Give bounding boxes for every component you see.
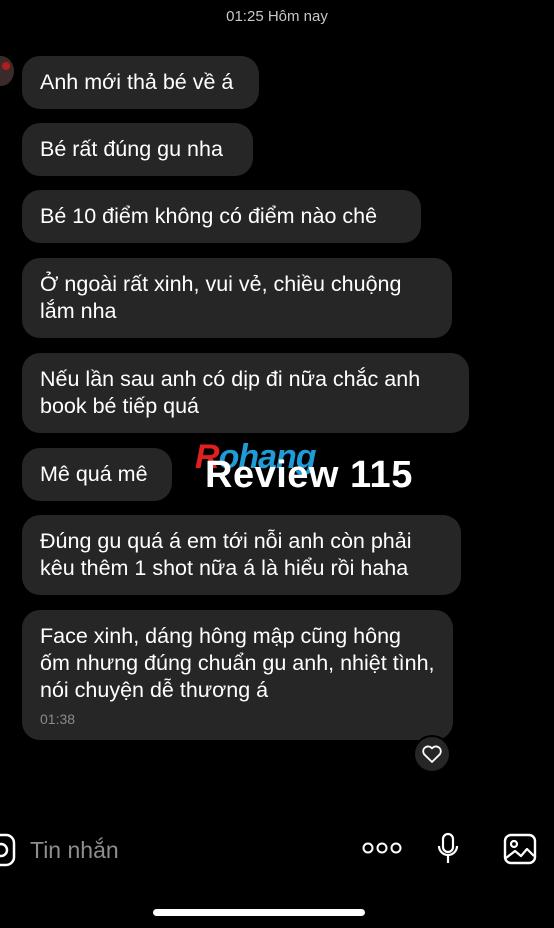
message-text: Bé 10 điểm không có điểm nào chê (40, 204, 378, 228)
heart-icon-svg (422, 745, 442, 763)
message-text: Bé rất đúng gu nha (40, 137, 223, 161)
message-bubble[interactable]: Đúng gu quá á em tới nỗi anh còn phải kê… (22, 515, 461, 595)
message-time: 01:38 (40, 711, 76, 727)
message-text: Anh mới thả bé về á (40, 70, 234, 94)
camera-icon[interactable] (0, 833, 16, 872)
watermark: Rohang Review 115 (195, 438, 435, 498)
heart-icon[interactable] (413, 735, 451, 773)
gallery-icon[interactable] (503, 833, 537, 870)
message-bubble[interactable]: Ở ngoài rất xinh, vui vẻ, chiều chuộng l… (22, 258, 452, 338)
message-text: Nếu lần sau anh có dịp đi nữa chắc anh b… (40, 367, 421, 418)
message-input[interactable]: Tin nhắn (30, 837, 119, 864)
home-indicator[interactable] (153, 909, 365, 916)
message-text: Ở ngoài rất xinh, vui vẻ, chiều chuộng l… (40, 272, 402, 323)
message-composer: Tin nhắn (0, 815, 554, 885)
watermark-text: Review 115 (205, 454, 413, 496)
more-dots-icon[interactable] (362, 841, 402, 860)
message-bubble[interactable]: Bé rất đúng gu nha (22, 123, 253, 176)
microphone-icon[interactable] (436, 832, 460, 871)
message-bubble[interactable]: Anh mới thả bé về á (22, 56, 259, 109)
conversation-timestamp: 01:25 Hôm nay (226, 8, 328, 25)
message-bubble[interactable]: Nếu lần sau anh có dịp đi nữa chắc anh b… (22, 353, 469, 433)
message-text: Face xinh, dáng hông mập cũng hông ốm nh… (40, 624, 435, 702)
message-text: Mê quá mê (40, 462, 148, 486)
sender-avatar[interactable] (0, 56, 14, 86)
message-bubble[interactable]: Bé 10 điểm không có điểm nào chê (22, 190, 421, 243)
message-bubble[interactable]: Mê quá mê (22, 448, 172, 501)
message-text: Đúng gu quá á em tới nỗi anh còn phải kê… (40, 529, 412, 580)
message-bubble[interactable]: Face xinh, dáng hông mập cũng hông ốm nh… (22, 610, 453, 740)
